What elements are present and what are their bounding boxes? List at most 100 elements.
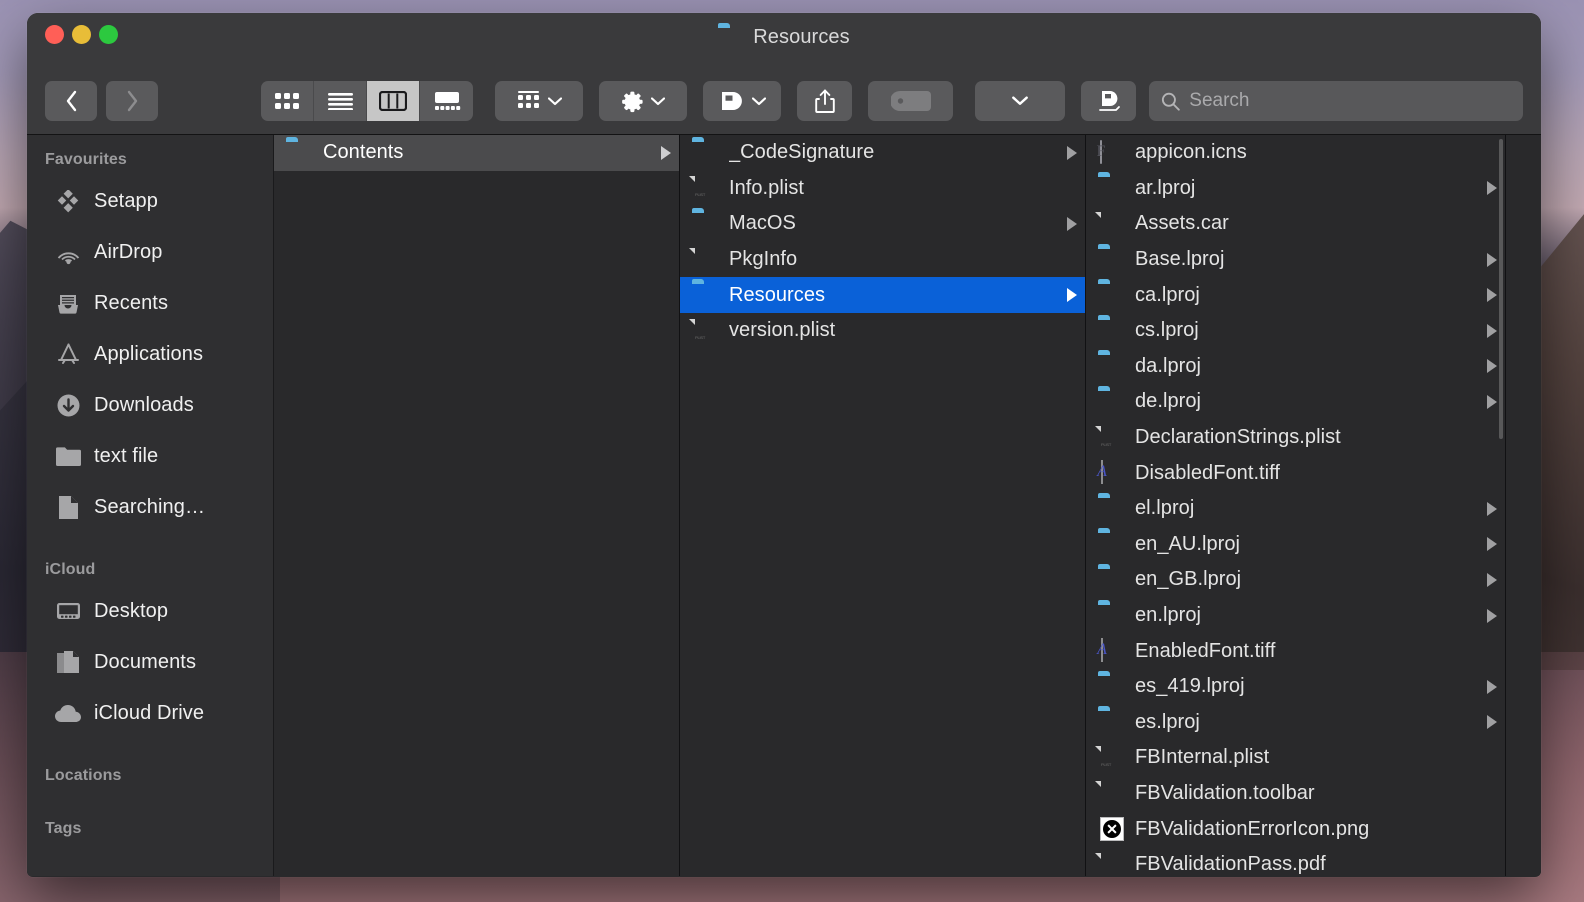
sidebar-item-text-file[interactable]: text file <box>27 431 273 482</box>
sidebar-item-searching[interactable]: Searching… <box>27 482 273 533</box>
dropbox-icon <box>721 92 742 110</box>
disclosure-arrow-icon <box>1067 288 1077 303</box>
column-item-info-plist[interactable]: Info.plist <box>680 171 1085 207</box>
column-item-fbvalidation-toolbar[interactable]: FBValidation.toolbar <box>1086 776 1505 812</box>
sidebar-item-label: text file <box>94 445 159 467</box>
item-label: _CodeSignature <box>729 141 875 164</box>
item-label: en_AU.lproj <box>1135 532 1241 555</box>
disclosure-arrow-icon <box>1487 288 1497 303</box>
column-item-fbvalidationpass-pdf[interactable]: FBValidationPass.pdf <box>1086 847 1505 876</box>
window-title: Resources <box>27 26 1541 49</box>
item-label: FBValidationErrorIcon.png <box>1135 817 1370 840</box>
column-item-fbinternal-plist[interactable]: FBInternal.plist <box>1086 740 1505 776</box>
column-item-appicon-icns[interactable]: appicon.icns <box>1086 135 1505 171</box>
action-menu-button[interactable] <box>599 81 687 121</box>
column-item-cs-lproj[interactable]: cs.lproj <box>1086 313 1505 349</box>
item-label: da.lproj <box>1135 354 1201 377</box>
column-item-pkginfo[interactable]: PkgInfo <box>680 242 1085 278</box>
column-item-ca-lproj[interactable]: ca.lproj <box>1086 277 1505 313</box>
tag-button[interactable] <box>868 81 953 121</box>
column-scrollbar[interactable] <box>1499 139 1503 439</box>
sidebar-item-documents[interactable]: Documents <box>27 637 273 688</box>
dropbox-menu-button[interactable] <box>703 81 781 121</box>
column-item-es-419-lproj[interactable]: es_419.lproj <box>1086 669 1505 705</box>
window-body: Favourites Setapp AirDrop Recents Applic… <box>27 135 1541 876</box>
column-item-es-lproj[interactable]: es.lproj <box>1086 705 1505 741</box>
back-button[interactable] <box>45 81 97 121</box>
folder-icon <box>1098 283 1125 307</box>
item-label: es_419.lproj <box>1135 675 1245 698</box>
view-mode-segmented-control <box>261 81 473 121</box>
column-item-resources[interactable]: Resources <box>680 277 1085 313</box>
gear-icon <box>622 91 643 112</box>
document-icon <box>55 495 81 521</box>
sidebar-item-downloads[interactable]: Downloads <box>27 380 273 431</box>
sidebar-item-label: Applications <box>94 343 204 365</box>
folder-icon <box>55 444 81 470</box>
item-label: DeclarationStrings.plist <box>1135 426 1341 449</box>
item-label: cs.lproj <box>1135 319 1199 342</box>
group-by-button[interactable] <box>495 81 583 121</box>
sidebar-item-airdrop[interactable]: AirDrop <box>27 227 273 278</box>
extra-options-button[interactable] <box>975 81 1065 121</box>
gallery-icon <box>434 92 460 110</box>
column-item-disabledfont-tiff[interactable]: DisabledFont.tiff <box>1086 455 1505 491</box>
search-field[interactable] <box>1149 81 1523 121</box>
dropbox-badge-button[interactable] <box>1081 81 1136 121</box>
column-item-codesignature[interactable]: _CodeSignature <box>680 135 1085 171</box>
column-item-el-lproj[interactable]: el.lproj <box>1086 491 1505 527</box>
list-view-button[interactable] <box>314 81 367 121</box>
sidebar-item-setapp[interactable]: Setapp <box>27 176 273 227</box>
group-icon <box>518 91 539 108</box>
column-item-ar-lproj[interactable]: ar.lproj <box>1086 171 1505 207</box>
sidebar-item-label: Downloads <box>94 394 194 416</box>
column-item-contents[interactable]: Contents <box>274 135 679 171</box>
column-item-base-lproj[interactable]: Base.lproj <box>1086 242 1505 278</box>
column-view-button[interactable] <box>367 81 420 121</box>
folder-icon <box>692 141 719 165</box>
tag-icon <box>890 91 931 111</box>
item-label: en.lproj <box>1135 604 1201 627</box>
sidebar-item-icloud-drive[interactable]: iCloud Drive <box>27 688 273 739</box>
search-icon <box>1161 92 1180 111</box>
column-item-en-lproj[interactable]: en.lproj <box>1086 598 1505 634</box>
column-item-en-au-lproj[interactable]: en_AU.lproj <box>1086 527 1505 563</box>
recents-icon <box>55 291 81 317</box>
disclosure-arrow-icon <box>1487 394 1497 409</box>
column-item-assets-car[interactable]: Assets.car <box>1086 206 1505 242</box>
column-2: _CodeSignature Info.plist MacOS PkgInfo … <box>680 135 1086 876</box>
chevron-down-icon <box>1012 96 1028 105</box>
forward-button[interactable] <box>106 81 158 121</box>
sidebar-item-applications[interactable]: Applications <box>27 329 273 380</box>
gallery-view-button[interactable] <box>420 81 473 121</box>
item-label: ca.lproj <box>1135 283 1200 306</box>
share-button[interactable] <box>797 81 852 121</box>
column-item-en-gb-lproj[interactable]: en_GB.lproj <box>1086 562 1505 598</box>
item-label: PkgInfo <box>729 248 798 271</box>
document-icon <box>1098 781 1125 805</box>
column-item-fbvalidationerroricon-png[interactable]: FBValidationErrorIcon.png <box>1086 811 1505 847</box>
search-input[interactable] <box>1189 90 1511 112</box>
item-label: FBInternal.plist <box>1135 746 1270 769</box>
column-item-declarationstrings-plist[interactable]: DeclarationStrings.plist <box>1086 420 1505 456</box>
item-label: Contents <box>323 141 404 164</box>
font-file-icon <box>1098 638 1125 663</box>
applications-icon <box>55 342 81 368</box>
grid-icon <box>275 92 299 109</box>
column-item-da-lproj[interactable]: da.lproj <box>1086 349 1505 385</box>
disclosure-arrow-icon <box>1487 252 1497 267</box>
columns-icon <box>379 91 407 111</box>
icon-view-button[interactable] <box>261 81 314 121</box>
column-item-de-lproj[interactable]: de.lproj <box>1086 384 1505 420</box>
column-item-enabledfont-tiff[interactable]: EnabledFont.tiff <box>1086 633 1505 669</box>
sidebar-item-desktop[interactable]: Desktop <box>27 586 273 637</box>
column-item-version-plist[interactable]: version.plist <box>680 313 1085 349</box>
folder-icon <box>692 212 719 236</box>
item-label: version.plist <box>729 319 836 342</box>
airdrop-icon <box>55 240 81 266</box>
folder-icon <box>1098 319 1125 343</box>
folder-icon <box>1098 354 1125 378</box>
column-item-macos[interactable]: MacOS <box>680 206 1085 242</box>
folder-icon <box>1098 390 1125 414</box>
sidebar-item-recents[interactable]: Recents <box>27 278 273 329</box>
